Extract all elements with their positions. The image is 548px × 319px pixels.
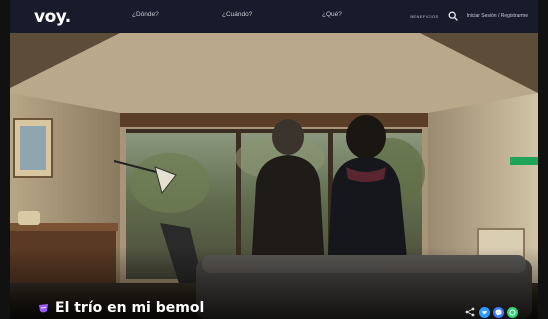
share-buttons bbox=[464, 306, 518, 318]
benefits-link[interactable]: BENEFICIOS bbox=[410, 14, 438, 19]
nav-donde[interactable]: ¿Dónde? bbox=[132, 11, 159, 18]
event-title-group: El trío en mi bemol bbox=[38, 297, 204, 319]
login-register-link[interactable]: Iniciar Sesión / Registrarme bbox=[467, 13, 528, 19]
whatsapp-share-button[interactable] bbox=[507, 306, 518, 318]
twitter-icon bbox=[482, 310, 487, 314]
messenger-icon bbox=[495, 309, 502, 316]
theatre-mask-icon bbox=[39, 303, 48, 312]
header-right-group: BENEFICIOS Iniciar Sesión / Registrarme bbox=[410, 8, 528, 24]
event-title: El trío en mi bemol bbox=[55, 300, 205, 316]
twitter-share-button[interactable] bbox=[479, 306, 490, 318]
messenger-share-button[interactable] bbox=[493, 306, 504, 318]
hero-image bbox=[10, 33, 538, 319]
top-navigation-bar: voy. ¿Dónde? ¿Cuándo? ¿Qué? BENEFICIOS I… bbox=[10, 0, 538, 33]
share-icon[interactable] bbox=[464, 306, 476, 318]
page: voy. ¿Dónde? ¿Cuándo? ¿Qué? BENEFICIOS I… bbox=[0, 0, 548, 319]
search-icon[interactable] bbox=[445, 8, 461, 24]
nav-que[interactable]: ¿Qué? bbox=[322, 11, 342, 18]
hero-photo bbox=[10, 33, 538, 319]
nav-cuando[interactable]: ¿Cuándo? bbox=[222, 11, 252, 18]
whatsapp-icon bbox=[509, 308, 516, 316]
logo[interactable]: voy. bbox=[34, 7, 71, 27]
